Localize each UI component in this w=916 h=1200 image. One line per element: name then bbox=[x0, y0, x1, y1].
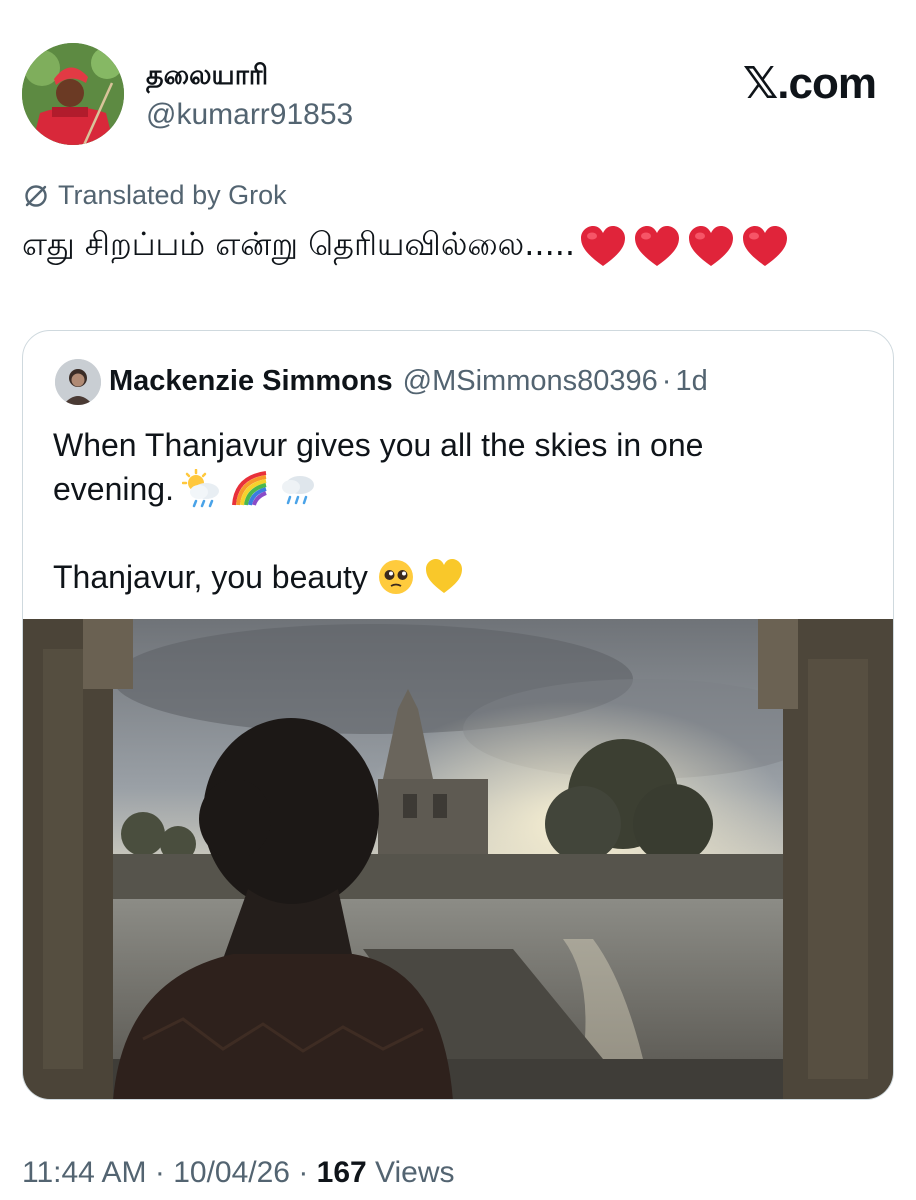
brand-logo: 𝕏.com bbox=[742, 59, 877, 108]
yellow-heart-icon bbox=[424, 557, 464, 597]
post-metadata: 11:44 AM · 10/04/26 · 167 Views bbox=[22, 1156, 455, 1190]
pleading-face-icon bbox=[376, 557, 416, 597]
tweet-body: எது சிறப்பம் என்று தெரியவில்லை..... bbox=[22, 225, 576, 263]
quoted-author-avatar[interactable] bbox=[55, 359, 101, 405]
tweet-text: எது சிறப்பம் என்று தெரியவில்லை..... bbox=[22, 224, 789, 268]
quoted-post-text: When Thanjavur gives you all the skies i… bbox=[53, 423, 853, 599]
sun-behind-rain-cloud-icon bbox=[181, 469, 222, 509]
red-heart-icon bbox=[635, 226, 680, 266]
red-heart-icon bbox=[743, 226, 788, 266]
quoted-post-photo[interactable] bbox=[23, 619, 893, 1099]
rainbow-icon bbox=[230, 469, 270, 509]
translation-notice[interactable]: Translated by Grok bbox=[22, 180, 287, 211]
quoted-line-1: When Thanjavur gives you all the skies i… bbox=[53, 427, 704, 463]
translation-label: Translated by Grok bbox=[58, 180, 287, 210]
quoted-post-header: Mackenzie Simmons @MSimmons80396 · 1d bbox=[109, 365, 708, 398]
views-label: Views bbox=[366, 1156, 455, 1189]
red-heart-icon bbox=[581, 226, 626, 266]
separator-dot: · bbox=[661, 365, 672, 397]
quoted-line-2: evening. bbox=[53, 471, 174, 507]
author-display-name[interactable]: தலையாரி bbox=[146, 60, 268, 95]
quoted-author-name[interactable]: Mackenzie Simmons bbox=[109, 365, 393, 398]
quoted-author-handle[interactable]: @MSimmons80396 bbox=[403, 365, 658, 398]
translate-slash-icon bbox=[22, 182, 50, 210]
post-time[interactable]: 11:44 AM bbox=[22, 1156, 147, 1189]
quoted-text-line: Thanjavur, you beauty bbox=[53, 555, 853, 599]
author-handle[interactable]: @kumarr91853 bbox=[146, 98, 353, 132]
quoted-text-line: evening. bbox=[53, 467, 853, 511]
red-heart-icon bbox=[689, 226, 734, 266]
cloud-with-rain-icon bbox=[278, 469, 318, 509]
quoted-post-card[interactable]: Mackenzie Simmons @MSimmons80396 · 1d Wh… bbox=[22, 330, 894, 1100]
author-avatar[interactable] bbox=[22, 43, 124, 145]
separator-dot: · bbox=[146, 1156, 174, 1189]
post-date[interactable]: 10/04/26 bbox=[173, 1156, 290, 1189]
quoted-line-3: Thanjavur, you beauty bbox=[53, 559, 368, 595]
quoted-post-time[interactable]: 1d bbox=[675, 365, 707, 398]
separator-dot: · bbox=[289, 1156, 317, 1189]
post-screenshot: தலையாரி @kumarr91853 𝕏.com Translated by… bbox=[0, 0, 916, 1200]
quoted-text-line: When Thanjavur gives you all the skies i… bbox=[53, 423, 853, 467]
views-count[interactable]: 167 bbox=[317, 1156, 367, 1189]
heart-emoji-group bbox=[579, 224, 789, 268]
